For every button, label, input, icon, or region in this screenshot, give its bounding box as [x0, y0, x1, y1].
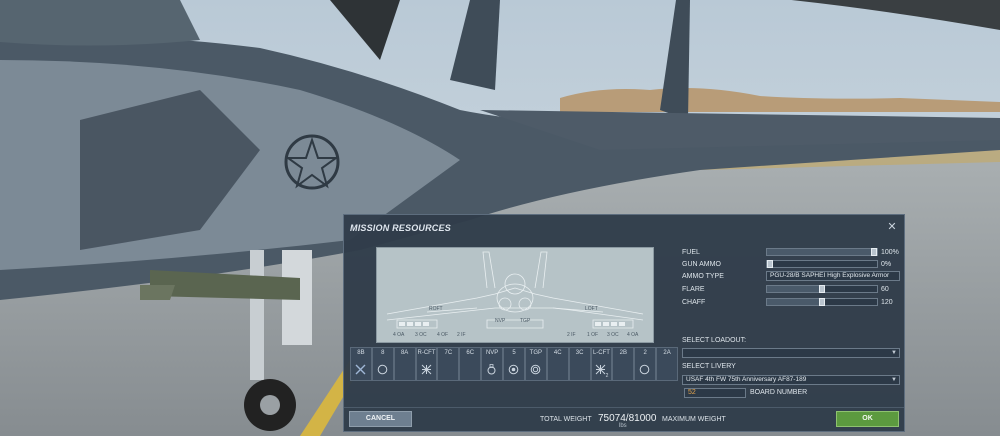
- gun-ammo-slider[interactable]: [766, 260, 878, 268]
- chaff-label: CHAFF: [682, 299, 706, 306]
- circle-icon: [377, 362, 388, 375]
- loadout-schematic: ROFT LOFT NVP TGP 4 OA 3 OC 4 OF 2 IF 2 …: [376, 247, 654, 343]
- total-weight-value: 75074/81000: [598, 413, 657, 424]
- station-8[interactable]: 8: [371, 347, 394, 381]
- chevron-down-icon: ▼: [891, 350, 897, 356]
- board-number-input[interactable]: 52: [684, 388, 746, 398]
- station-7c[interactable]: 7C: [437, 347, 460, 381]
- station-5[interactable]: 5: [503, 347, 525, 381]
- schematic-label-r-outer: 4 OA: [393, 332, 405, 338]
- station-l-cft[interactable]: L-CFT 2: [590, 347, 613, 381]
- station-label: R-CFT: [417, 350, 436, 356]
- station-label: 2: [643, 350, 647, 356]
- schematic-label-r-inner: 4 OF: [437, 332, 449, 338]
- station-count: 2: [605, 373, 609, 379]
- station-label: NVP: [485, 350, 499, 356]
- chaff-slider[interactable]: [766, 298, 878, 306]
- schematic-label-l-mid: 3 OC: [607, 332, 619, 338]
- station-label: 8B: [357, 350, 365, 356]
- total-weight-label: TOTAL WEIGHT: [540, 416, 592, 423]
- weapon-stations-row: 8B 8 8A R-CFT 7C 6C NVP 5 TGP 4C 3C L-CFT 2 2B 2 2A: [350, 347, 678, 381]
- select-loadout-label: SELECT LOADOUT:: [682, 337, 747, 344]
- station-4c[interactable]: 4C: [546, 347, 569, 381]
- gun-ammo-slider-thumb[interactable]: [767, 260, 773, 268]
- maximum-weight-label: MAXIMUM WEIGHT: [662, 416, 726, 423]
- fuel-slider[interactable]: [766, 248, 878, 256]
- loadout-select[interactable]: ▼: [682, 348, 900, 358]
- weight-unit: lbs: [619, 423, 627, 429]
- dialog-footer: CANCEL TOTAL WEIGHT 75074/81000 lbs MAXI…: [344, 407, 904, 432]
- station-r-cft[interactable]: R-CFT: [415, 347, 438, 381]
- dialog-header: MISSION RESOURCES ✕: [344, 215, 904, 241]
- chaff-value: 120: [881, 299, 893, 306]
- station-label: 2A: [663, 350, 671, 356]
- station-label: 8A: [400, 350, 409, 356]
- fuel-label: FUEL: [682, 249, 700, 256]
- select-livery-label: SELECT LIVERY: [682, 363, 736, 370]
- schematic-label-l-inner: 4 OA: [627, 332, 639, 338]
- station-2[interactable]: 2: [634, 347, 657, 381]
- flare-slider-thumb[interactable]: [819, 285, 825, 293]
- schematic-label-loft: LOFT: [585, 306, 598, 312]
- flare-slider-fill: [767, 286, 822, 292]
- aircraft-front-view-diagram: [386, 251, 644, 329]
- station-label: 5: [512, 350, 516, 356]
- schematic-label-l-i2: 2 IF: [567, 332, 576, 338]
- cancel-button[interactable]: CANCEL: [349, 411, 412, 427]
- ammo-type-value: PGU-28/B SAPHEI High Explosive Armor: [770, 272, 890, 279]
- circle-icon: [639, 362, 650, 375]
- station-tgp[interactable]: TGP: [524, 347, 547, 381]
- station-8b[interactable]: 8B: [350, 347, 372, 381]
- board-number-label: BOARD NUMBER: [750, 389, 808, 396]
- livery-value: USAF 4th FW 75th Anniversary AF87-189: [686, 376, 807, 383]
- fuel-value: 100%: [881, 249, 899, 256]
- station-label: 3C: [575, 350, 584, 356]
- mission-resources-dialog: MISSION RESOURCES ✕ ROFT LOFT NVP TGP 4 …: [343, 214, 905, 432]
- station-3c[interactable]: 3C: [568, 347, 591, 381]
- schematic-label-roft: ROFT: [429, 306, 443, 312]
- dialog-title: MISSION RESOURCES: [350, 223, 451, 233]
- flare-label: FLARE: [682, 286, 705, 293]
- x-icon: [355, 362, 366, 375]
- station-2b[interactable]: 2B: [612, 347, 635, 381]
- flare-value: 60: [881, 286, 889, 293]
- board-number-value: 52: [688, 389, 696, 396]
- station-8a[interactable]: 8A: [393, 347, 416, 381]
- station-label: 8: [381, 350, 385, 356]
- fuel-slider-fill: [767, 249, 877, 255]
- ok-button[interactable]: OK: [836, 411, 899, 427]
- ammo-type-select[interactable]: PGU-28/B SAPHEI High Explosive Armor: [766, 271, 900, 281]
- station-label: 6C: [466, 350, 475, 356]
- schematic-label-l-outer: 1 OF: [587, 332, 599, 338]
- livery-select[interactable]: USAF 4th FW 75th Anniversary AF87-189 ▼: [682, 375, 900, 385]
- gun-ammo-label: GUN AMMO: [682, 261, 721, 268]
- station-nvp[interactable]: NVP: [481, 347, 504, 381]
- station-6c[interactable]: 6C: [459, 347, 482, 381]
- station-label: 7C: [444, 350, 453, 356]
- gun-ammo-value: 0%: [881, 261, 892, 268]
- schematic-label-r-i2: 2 IF: [457, 332, 466, 338]
- chaff-slider-thumb[interactable]: [819, 298, 825, 306]
- cluster-icon: [421, 362, 432, 375]
- schematic-label-tgp: TGP: [520, 318, 531, 324]
- flare-slider[interactable]: [766, 285, 878, 293]
- close-icon[interactable]: ✕: [886, 221, 898, 233]
- fuel-slider-thumb[interactable]: [871, 248, 877, 256]
- cluster-icon: [595, 362, 606, 375]
- gear-icon: [530, 362, 541, 375]
- station-label: TGP: [529, 350, 543, 356]
- ammo-type-label: AMMO TYPE: [682, 273, 724, 280]
- schematic-label-nvp: NVP: [495, 318, 506, 324]
- station-label: L-CFT: [592, 350, 610, 356]
- chaff-slider-fill: [767, 299, 822, 305]
- tank-icon: [508, 362, 519, 375]
- station-2a[interactable]: 2A: [656, 347, 678, 381]
- station-label: 4C: [553, 350, 562, 356]
- chevron-down-icon: ▼: [891, 377, 897, 383]
- schematic-label-r-mid: 3 OC: [415, 332, 427, 338]
- station-label: 2B: [619, 350, 627, 356]
- pod-icon: [486, 362, 497, 375]
